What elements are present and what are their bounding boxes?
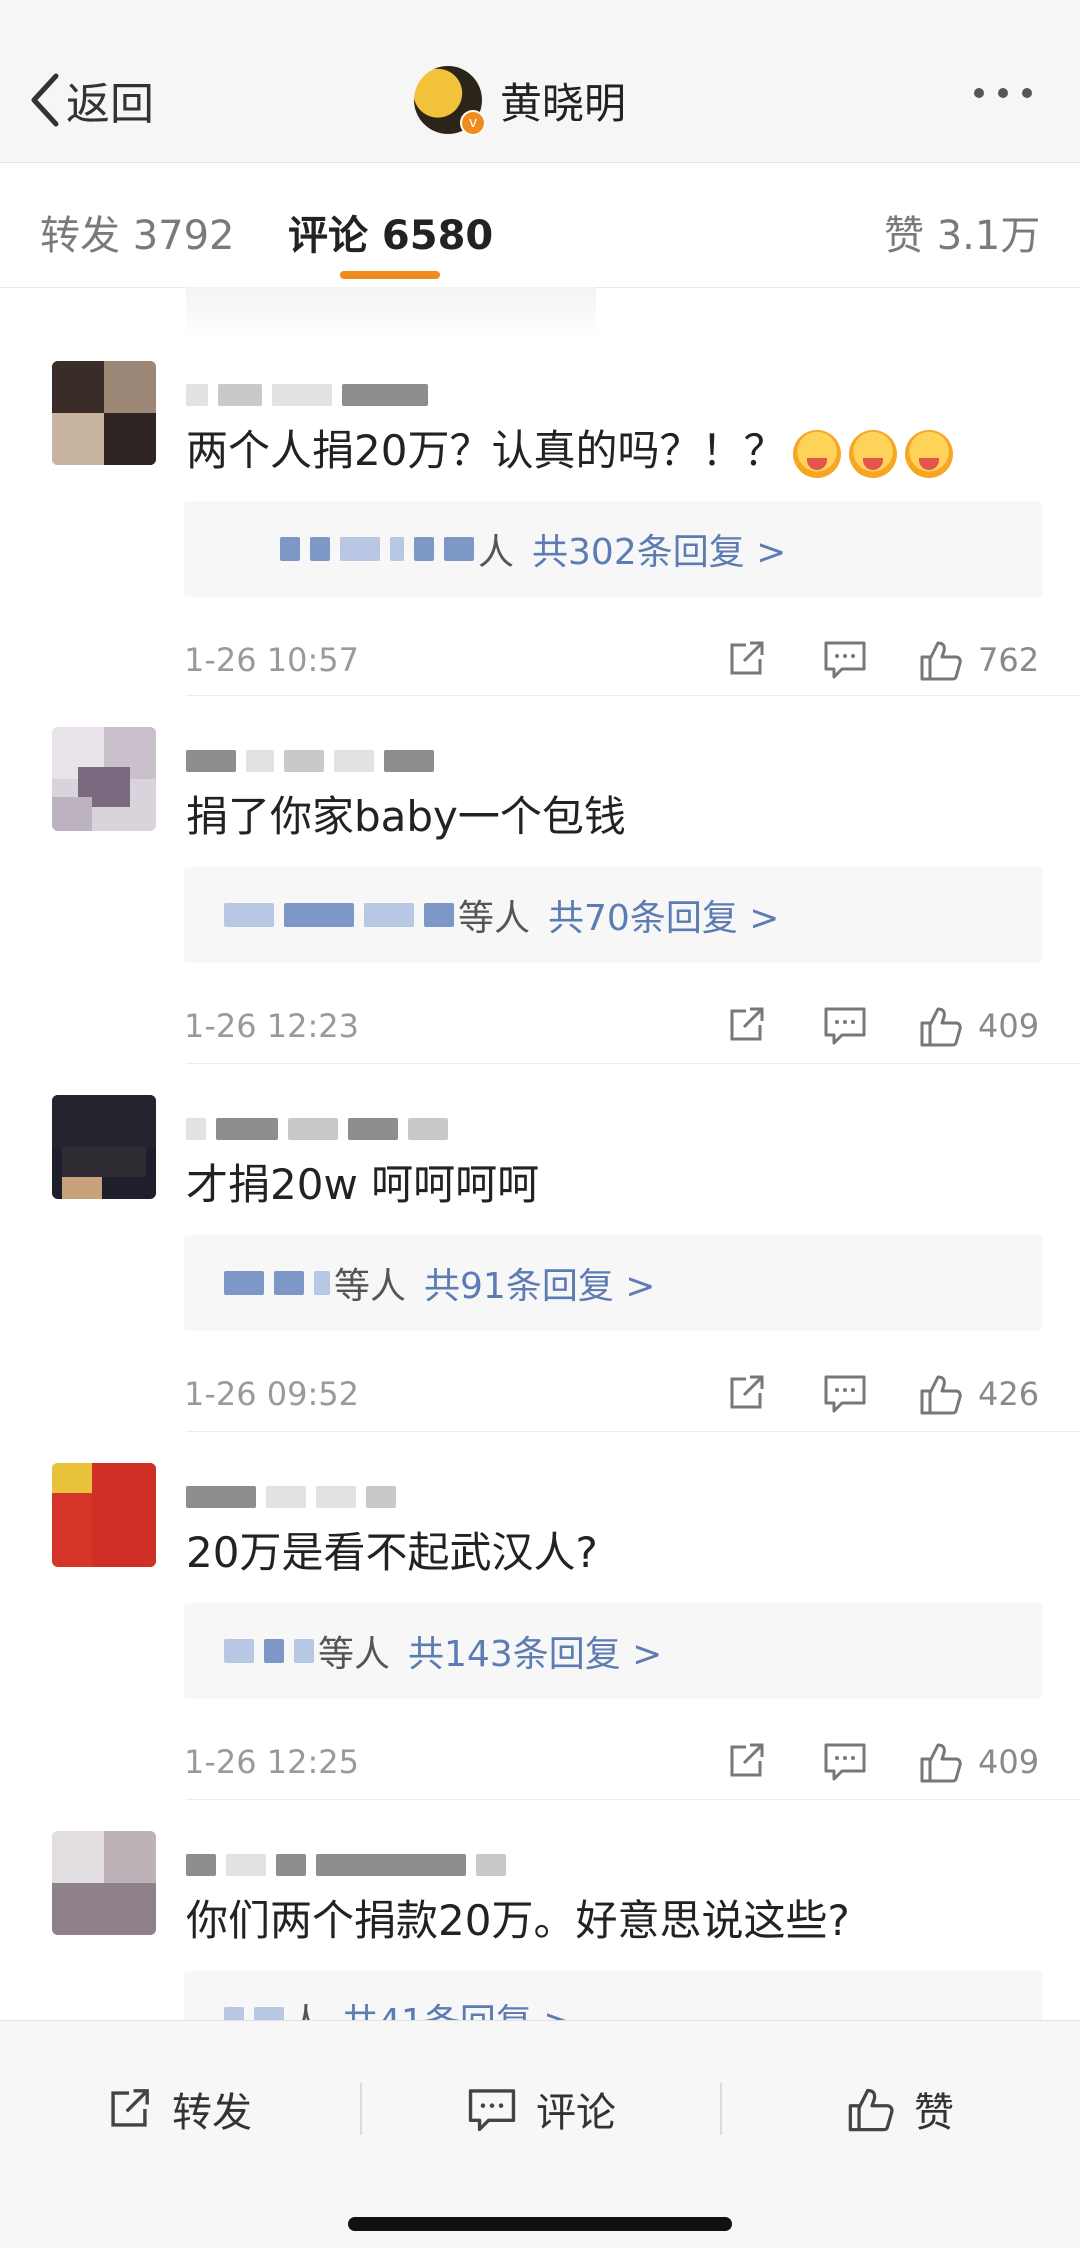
share-icon[interactable]: [724, 1371, 768, 1419]
reply-users-label: 人: [288, 1993, 324, 2020]
username-blurred[interactable]: [186, 1111, 448, 1147]
comment-label: 评论: [536, 2090, 616, 2136]
reply-summary[interactable]: 等人 共143条回复 >: [184, 1603, 1042, 1699]
tab-bar: 转发 3792 评论 6580 赞 3.1万: [0, 162, 1080, 288]
thumbs-up-icon: [920, 1375, 962, 1415]
reply-count-link[interactable]: 共91条回复 >: [424, 1257, 655, 1309]
more-dots-icon[interactable]: [974, 88, 1032, 98]
reply-users-label: 等人: [334, 1266, 407, 1307]
comment-text: 捐了你家baby一个包钱: [186, 792, 626, 841]
profile-header[interactable]: v 黄晓明: [414, 64, 626, 136]
reply-users-blurred: [224, 1639, 314, 1663]
comment-meta: 1-26 09:52 426: [184, 1365, 1044, 1425]
home-indicator[interactable]: [348, 2217, 732, 2231]
divider: [186, 695, 1080, 696]
repost-button[interactable]: 转发: [104, 2079, 252, 2139]
comment-icon: [468, 2089, 516, 2132]
comment-button[interactable]: 评论: [466, 2079, 616, 2139]
like-button[interactable]: 赞: [846, 2079, 954, 2139]
comment-text: 两个人捐20万？认真的吗？！？: [186, 417, 954, 478]
reply-count-link[interactable]: 共70条回复 >: [548, 889, 779, 941]
username-blurred[interactable]: [186, 1479, 396, 1515]
avatar[interactable]: [52, 1463, 156, 1567]
tab-repost[interactable]: 转发 3792: [40, 203, 235, 261]
comment-meta: 1-26 12:23 409: [184, 997, 1044, 1057]
like-count: 762: [978, 641, 1040, 679]
comment-icon[interactable]: [822, 1003, 868, 1051]
previous-comment-remnant: [186, 287, 596, 339]
share-icon: [111, 2089, 149, 2127]
like-button[interactable]: 426: [918, 1371, 1039, 1417]
active-tab-indicator: [340, 271, 440, 279]
comment-time: 1-26 12:25: [184, 1743, 360, 1781]
divider: [720, 2083, 722, 2135]
comment-icon[interactable]: [822, 637, 868, 685]
like-label: 赞: [914, 2090, 954, 2136]
comment-meta: 1-26 12:25 409: [184, 1733, 1044, 1793]
divider: [186, 1063, 1080, 1064]
comment-meta: 1-26 10:57 762: [184, 631, 1044, 691]
reply-users-blurred: [280, 537, 474, 561]
share-icon[interactable]: [724, 1739, 768, 1787]
emoji-icon: [905, 429, 954, 478]
reply-count-link[interactable]: 共143条回复 >: [408, 1625, 662, 1677]
divider: [186, 1431, 1080, 1432]
chevron-left-icon: [31, 73, 59, 127]
share-icon[interactable]: [724, 1003, 768, 1051]
emoji-icon: [793, 429, 842, 478]
avatar[interactable]: [52, 1831, 156, 1935]
comment-list[interactable]: 两个人捐20万？认真的吗？！？ 人 共302条回复 > 1-26 10:57 7…: [0, 287, 1080, 2020]
reply-users-label: 等人: [458, 898, 531, 939]
reply-count-link[interactable]: 共41条回复 >: [342, 1993, 573, 2020]
reply-summary[interactable]: 等人 共91条回复 >: [184, 1235, 1042, 1331]
avatar[interactable]: v: [414, 66, 486, 136]
comment-time: 1-26 12:23: [184, 1007, 360, 1045]
bottom-action-bar: 转发 评论 赞: [0, 2020, 1080, 2248]
back-button[interactable]: 返回: [30, 64, 154, 136]
profile-name: 黄晓明: [500, 78, 627, 128]
thumbs-up-icon: [920, 641, 962, 681]
thumbs-up-icon: [848, 2088, 894, 2132]
share-icon[interactable]: [724, 637, 768, 685]
like-button[interactable]: 762: [918, 637, 1039, 683]
reply-count-link[interactable]: 共302条回复 >: [532, 523, 786, 575]
comment-text: 20万是看不起武汉人?: [186, 1528, 598, 1577]
reply-users-blurred: [224, 903, 454, 927]
comment-time: 1-26 10:57: [184, 641, 360, 679]
username-blurred[interactable]: [186, 743, 434, 779]
reply-users-blurred: [224, 2007, 284, 2020]
reply-users-label: 人: [478, 532, 515, 573]
like-count: 409: [978, 1743, 1040, 1781]
back-label: 返回: [66, 79, 154, 130]
thumbs-up-icon: [920, 1743, 962, 1783]
reply-summary[interactable]: 人 共302条回复 >: [184, 501, 1042, 597]
comment-text: 才捐20w 呵呵呵呵: [186, 1160, 540, 1209]
tab-likes[interactable]: 赞 3.1万: [884, 203, 1040, 261]
avatar[interactable]: [52, 1095, 156, 1199]
username-blurred[interactable]: [186, 377, 428, 413]
divider: [360, 2083, 362, 2135]
reply-summary[interactable]: 等人 共70条回复 >: [184, 867, 1042, 963]
comment-icon[interactable]: [822, 1371, 868, 1419]
tab-comments[interactable]: 评论 6580: [288, 203, 493, 261]
emoji-icon: [849, 429, 898, 478]
divider: [186, 1799, 1080, 1800]
comment-time: 1-26 09:52: [184, 1375, 360, 1413]
username-blurred[interactable]: [186, 1847, 506, 1883]
avatar[interactable]: [52, 361, 156, 465]
reply-summary[interactable]: 人 共41条回复 >: [184, 1971, 1042, 2020]
like-count: 409: [978, 1007, 1040, 1045]
like-count: 426: [978, 1375, 1040, 1413]
avatar[interactable]: [52, 727, 156, 831]
like-button[interactable]: 409: [918, 1003, 1039, 1049]
like-button[interactable]: 409: [918, 1739, 1039, 1785]
top-nav-bar: 返回 v 黄晓明: [0, 0, 1080, 162]
comment-icon[interactable]: [822, 1739, 868, 1787]
reply-users-blurred: [224, 1271, 330, 1295]
reply-users-label: 等人: [318, 1634, 391, 1675]
verified-icon: v: [460, 110, 486, 136]
repost-label: 转发: [172, 2090, 252, 2136]
comment-text: 你们两个捐款20万。好意思说这些?: [186, 1896, 850, 1945]
thumbs-up-icon: [920, 1007, 962, 1047]
